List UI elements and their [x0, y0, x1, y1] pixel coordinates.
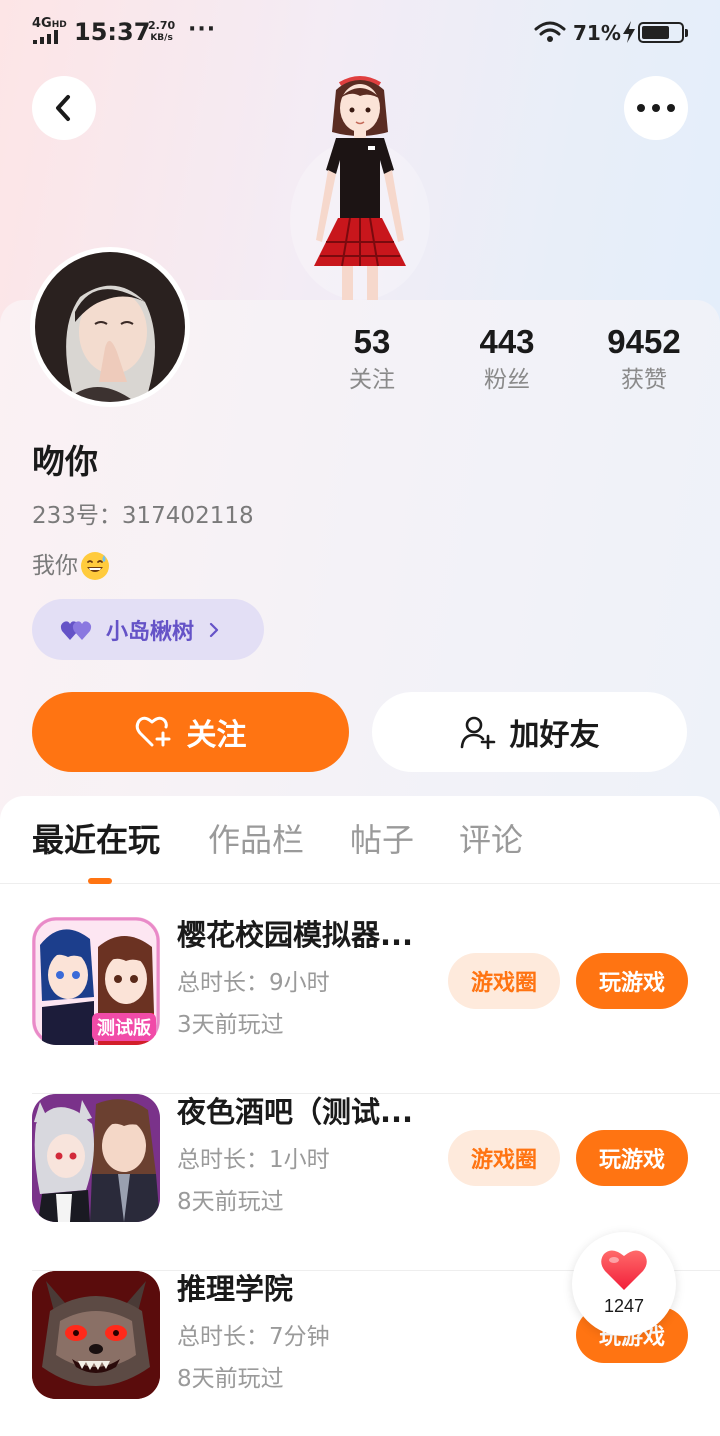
profile-tabs: 最近在玩 作品栏 帖子 评论 — [0, 796, 720, 884]
nickname: 吻你 — [32, 442, 98, 481]
status-bar: 4GHD 15:37 2.70 KB/s ··· 71% — [0, 0, 720, 66]
game-row[interactable]: 测试版 樱花校园模拟器... 总时长：9小时 3天前玩过 游戏圈 玩游戏 — [0, 917, 720, 1094]
game-duration: 总时长：7分钟 — [177, 1324, 330, 1350]
avatar-photo — [35, 252, 185, 402]
network-speed: 2.70 KB/s — [148, 19, 176, 44]
back-button[interactable] — [32, 76, 96, 140]
charging-icon — [623, 21, 635, 43]
floating-like-button[interactable]: 1247 — [572, 1232, 676, 1336]
play-game-button[interactable]: 玩游戏 — [576, 953, 688, 1009]
tab-recently-played[interactable]: 最近在玩 — [32, 818, 160, 862]
game-icon-sakura-school[interactable]: 测试版 — [32, 917, 160, 1045]
heart-icon — [601, 1250, 647, 1290]
game-circle-button[interactable]: 游戏圈 — [448, 1130, 560, 1186]
heart-plus-icon — [135, 716, 170, 747]
bio: 我你 — [32, 549, 110, 583]
battery-icon — [638, 22, 688, 43]
battery-fill — [642, 26, 669, 39]
bio-text: 我你 — [32, 553, 78, 579]
more-dots-icon — [637, 104, 675, 112]
tab-works[interactable]: 作品栏 — [208, 818, 304, 862]
stat-label: 粉丝 — [484, 367, 530, 393]
add-friend-button[interactable]: 加好友 — [372, 692, 687, 772]
stat-following[interactable]: 53 关注 — [302, 322, 442, 396]
stat-value: 443 — [479, 323, 535, 360]
clock: 15:37 — [74, 18, 151, 46]
stat-label: 关注 — [349, 367, 395, 393]
game-circle-button[interactable]: 游戏圈 — [448, 953, 560, 1009]
avatar[interactable] — [30, 247, 190, 407]
play-game-button[interactable]: 玩游戏 — [576, 1130, 688, 1186]
game-icon-night-bar[interactable] — [32, 1094, 160, 1222]
follow-button[interactable]: 关注 — [32, 692, 349, 772]
active-tab-indicator — [88, 878, 112, 884]
game-icon-detective-academy[interactable] — [32, 1271, 160, 1399]
game-duration: 总时长：9小时 — [177, 970, 330, 996]
stat-label: 获赞 — [621, 367, 667, 393]
stat-likes[interactable]: 9452 获赞 — [574, 322, 714, 396]
tab-comments[interactable]: 评论 — [459, 818, 523, 862]
sweat-smile-emoji — [81, 552, 109, 580]
game-icon-badge: 测试版 — [97, 1017, 151, 1039]
chevron-right-icon — [209, 622, 219, 637]
profile-page: 4GHD 15:37 2.70 KB/s ··· 71% 53 关注 443 粉… — [0, 0, 720, 1436]
add-friend-button-label: 加好友 — [509, 718, 600, 753]
stat-value: 53 — [353, 323, 391, 360]
avatar-character-figure — [290, 76, 430, 302]
signal-icon — [33, 30, 65, 44]
game-duration: 总时长：1小时 — [177, 1147, 330, 1173]
wifi-icon — [534, 21, 566, 42]
game-title[interactable]: 夜色酒吧（测试... — [177, 1092, 427, 1132]
game-title[interactable]: 樱花校园模拟器... — [177, 915, 427, 955]
game-title[interactable]: 推理学院 — [177, 1269, 427, 1309]
stat-followers[interactable]: 443 粉丝 — [437, 322, 577, 396]
chevron-left-icon — [56, 95, 70, 121]
island-tag[interactable]: 小岛楸树 — [32, 599, 264, 660]
double-heart-icon — [60, 620, 92, 640]
battery-percent: 71% — [573, 21, 621, 45]
game-last-played: 8天前玩过 — [177, 1366, 284, 1392]
stat-value: 9452 — [607, 323, 681, 360]
status-more-indicator: ··· — [188, 17, 217, 42]
follow-button-label: 关注 — [186, 718, 247, 753]
content-sheet: 最近在玩 作品栏 帖子 评论 测试版 樱花校园模拟器... 总时长：9小时 3天… — [0, 796, 720, 1436]
more-button[interactable] — [624, 76, 688, 140]
island-tag-label: 小岛楸树 — [106, 619, 195, 645]
tab-posts[interactable]: 帖子 — [350, 818, 414, 862]
user-plus-icon — [460, 716, 495, 749]
game-last-played: 3天前玩过 — [177, 1012, 284, 1038]
game-last-played: 8天前玩过 — [177, 1189, 284, 1215]
like-count: 1247 — [603, 1296, 645, 1316]
user-id: 233号：317402118 — [32, 503, 254, 529]
